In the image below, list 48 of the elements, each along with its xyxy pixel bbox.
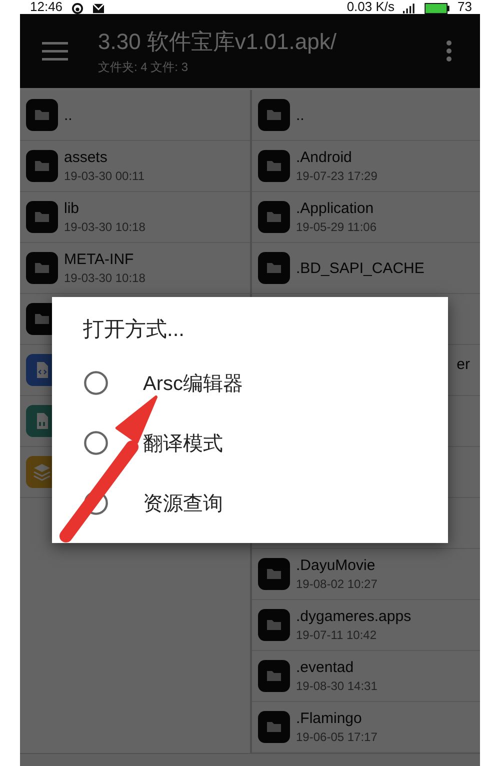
battery-level: 73 xyxy=(458,0,472,14)
radio-button[interactable] xyxy=(83,490,109,516)
modified-date: 19-05-29 11:06 xyxy=(296,220,377,234)
file-name[interactable]: .BD_SAPI_CACHE xyxy=(296,260,424,276)
folder-path-title: 3.30 软件宝库v1.01.apk/ xyxy=(98,28,338,56)
radio-button[interactable] xyxy=(83,370,109,396)
file-name: er xyxy=(456,356,470,372)
folder-icon xyxy=(258,711,290,743)
folder-icon xyxy=(258,201,290,233)
folder-icon xyxy=(258,558,290,590)
modified-date: 19-03-30 00:11 xyxy=(64,169,145,183)
clock: 12:46 xyxy=(30,0,63,14)
option-label[interactable]: Arsc编辑器 xyxy=(143,370,243,396)
file-name[interactable]: .Android xyxy=(296,149,378,166)
file-name[interactable]: .. xyxy=(296,106,304,124)
file-name[interactable]: .Application xyxy=(296,200,377,217)
modified-date: 19-07-23 17:29 xyxy=(296,169,378,183)
folder-icon xyxy=(26,252,58,284)
file-name[interactable]: .DayuMovie xyxy=(296,557,378,574)
folder-icon xyxy=(258,660,290,692)
file-name[interactable]: lib xyxy=(64,200,146,217)
folder-icon xyxy=(258,99,290,131)
folder-icon xyxy=(258,252,290,284)
modified-date: 19-08-30 14:31 xyxy=(296,679,378,693)
file-name[interactable]: .eventad xyxy=(296,659,378,676)
file-name[interactable]: META-INF xyxy=(64,251,146,268)
option-label[interactable]: 翻译模式 xyxy=(143,430,223,456)
modified-date: 19-08-02 10:27 xyxy=(296,577,378,591)
dialog-title: 打开方式... xyxy=(83,317,186,343)
folder-icon xyxy=(258,150,290,182)
folder-icon xyxy=(258,609,290,641)
modified-date: 19-03-30 10:18 xyxy=(64,271,146,285)
file-name[interactable]: assets xyxy=(64,149,145,166)
folder-icon xyxy=(26,150,58,182)
modified-date: 19-06-05 17:17 xyxy=(296,730,378,744)
folder-icon xyxy=(26,99,58,131)
option-label[interactable]: 资源查询 xyxy=(143,490,223,516)
modified-date: 19-03-30 10:18 xyxy=(64,220,146,234)
radio-button[interactable] xyxy=(83,430,109,456)
file-name[interactable]: .. xyxy=(64,106,72,124)
file-name[interactable]: .dygameres.apps xyxy=(296,608,412,625)
file-name[interactable]: .Flamingo xyxy=(296,710,378,727)
more-options-icon[interactable] xyxy=(446,40,452,62)
menu-icon[interactable] xyxy=(42,41,68,61)
network-speed: 0.03 K/s xyxy=(346,0,395,14)
item-count: 文件夹: 4 文件: 3 xyxy=(98,58,190,76)
folder-icon xyxy=(26,201,58,233)
modified-date: 19-07-11 10:42 xyxy=(296,628,378,642)
